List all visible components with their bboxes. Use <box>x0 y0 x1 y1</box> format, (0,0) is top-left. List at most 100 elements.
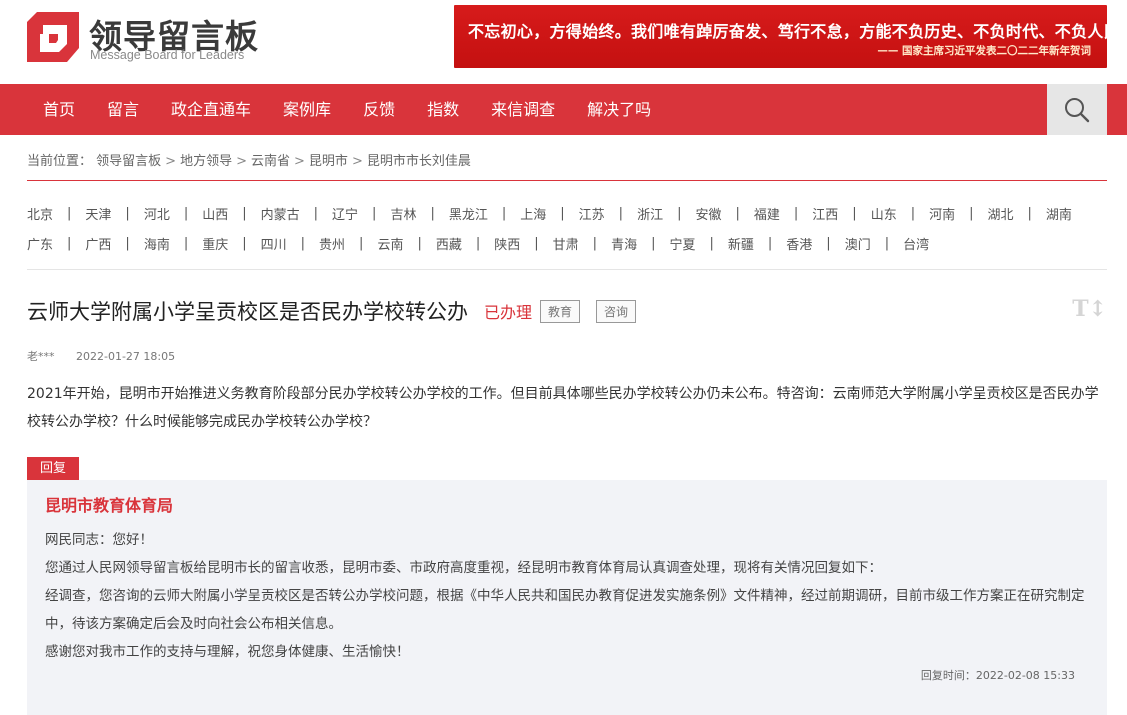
province-link[interactable]: 台湾 <box>903 234 929 253</box>
reply-label: 回复 <box>27 457 79 480</box>
province-separator: | <box>767 235 773 251</box>
province-link[interactable]: 福建 <box>754 204 780 223</box>
nav-item[interactable]: 案例库 <box>267 84 347 135</box>
province-separator: | <box>300 235 306 251</box>
nav-item[interactable]: 指数 <box>411 84 475 135</box>
province-separator: | <box>592 235 598 251</box>
province-separator: | <box>651 235 656 251</box>
author: 老*** <box>27 350 55 363</box>
province-link[interactable]: 宁夏 <box>669 234 695 253</box>
province-separator: | <box>501 205 507 221</box>
breadcrumb-separator: > <box>294 154 305 169</box>
province-separator: | <box>709 235 714 251</box>
province-link[interactable]: 湖北 <box>988 204 1014 223</box>
breadcrumb-link[interactable]: 地方领导 <box>180 154 232 169</box>
breadcrumb-prefix: 当前位置： <box>27 154 93 169</box>
province-separator: | <box>183 205 189 221</box>
province-separator: | <box>430 205 435 221</box>
province-link[interactable]: 山西 <box>202 204 228 223</box>
province-link[interactable]: 贵州 <box>319 234 345 253</box>
province-link[interactable]: 辽宁 <box>332 204 358 223</box>
reply-box: 昆明市教育体育局 网民同志：您好！ 您通过人民网领导留言板给昆明市长的留言收悉，昆… <box>27 480 1107 715</box>
province-link[interactable]: 河南 <box>929 204 955 223</box>
province-link[interactable]: 湖南 <box>1046 204 1072 223</box>
slogan-banner: 不忘初心，方得始终。我们唯有踔厉奋发、笃行不怠，方能不负历史、不负时代、不负人民… <box>454 5 1107 68</box>
province-separator: | <box>359 235 364 251</box>
province-separator: | <box>793 205 799 221</box>
nav-item[interactable]: 政企直通车 <box>155 84 267 135</box>
reply-time-value: 2022-02-08 15:33 <box>975 669 1075 682</box>
province-link[interactable]: 黑龙江 <box>449 204 488 223</box>
province-separator: | <box>183 235 189 251</box>
province-link[interactable]: 吉林 <box>390 204 416 223</box>
province-link[interactable]: 西藏 <box>436 234 462 253</box>
reply-paragraph: 网民同志：您好！ <box>45 532 153 548</box>
province-link[interactable]: 山东 <box>871 204 897 223</box>
province-link[interactable]: 香港 <box>786 234 812 253</box>
province-separator: | <box>618 205 624 221</box>
divider <box>27 180 1107 181</box>
province-link[interactable]: 广东 <box>27 234 53 253</box>
province-separator: | <box>884 235 890 251</box>
province-row: 北京 | 天津 | 河北 | 山西 | 内蒙古 | 辽宁 | 吉林 | 黑龙江 | 上海 | 江苏 | 浙江 | 安徽 | 福建… <box>27 198 1107 228</box>
reply-paragraph: 感谢您对我市工作的支持与理解，祝您身体健康、生活愉快！ <box>45 644 410 660</box>
search-button[interactable] <box>1047 84 1107 135</box>
message-title-row: 云师大学附属小学呈贡校区是否民办学校转公办 已办理 教育 咨询 T↕ <box>27 294 1107 328</box>
province-link[interactable]: 重庆 <box>202 234 228 253</box>
province-separator: | <box>826 235 831 251</box>
province-link[interactable]: 安徽 <box>695 204 721 223</box>
province-separator: | <box>735 205 740 221</box>
breadcrumb-link[interactable]: 领导留言板 <box>96 154 161 169</box>
province-link[interactable]: 浙江 <box>637 204 663 223</box>
province-separator: | <box>534 235 539 251</box>
province-separator: | <box>313 205 319 221</box>
type-tag[interactable]: 咨询 <box>596 299 637 323</box>
breadcrumb: 当前位置： 领导留言板 > 地方领导 > 云南省 > 昆明市 > 昆明市市长刘佳晨 <box>27 150 471 169</box>
province-link[interactable]: 天津 <box>85 204 111 223</box>
province-link[interactable]: 新疆 <box>728 234 754 253</box>
province-separator: | <box>560 205 565 221</box>
status-badge: 已办理 <box>484 303 533 322</box>
category-tag[interactable]: 教育 <box>540 299 581 323</box>
nav-item[interactable]: 反馈 <box>347 84 411 135</box>
province-separator: | <box>242 205 247 221</box>
province-link[interactable]: 北京 <box>27 204 53 223</box>
breadcrumb-link[interactable]: 昆明市 <box>309 154 348 169</box>
province-link[interactable]: 甘肃 <box>553 234 579 253</box>
province-separator: | <box>677 205 682 221</box>
province-link[interactable]: 江西 <box>812 204 838 223</box>
font-size-toggle-icon[interactable]: T↕ <box>1072 296 1107 322</box>
province-link[interactable]: 四川 <box>261 234 287 253</box>
site-logo[interactable]: 领导留言板 Message Board for Leaders <box>27 10 267 66</box>
province-link[interactable]: 陕西 <box>494 234 520 253</box>
province-separator: | <box>969 205 974 221</box>
breadcrumb-separator: > <box>236 154 247 169</box>
province-link[interactable]: 广西 <box>85 234 111 253</box>
nav-items: 首页 留言 政企直通车 案例库 反馈 指数 来信调查 解决了吗 <box>27 84 667 135</box>
nav-item[interactable]: 首页 <box>27 84 91 135</box>
province-separator: | <box>852 205 857 221</box>
province-link[interactable]: 青海 <box>611 234 637 253</box>
reply-organization: 昆明市教育体育局 <box>45 496 174 515</box>
province-link[interactable]: 澳门 <box>845 234 871 253</box>
province-link[interactable]: 江苏 <box>579 204 605 223</box>
nav-item[interactable]: 来信调查 <box>475 84 571 135</box>
reply-time-label: 回复时间： <box>920 669 976 682</box>
logo-subtitle: Message Board for Leaders <box>90 48 245 62</box>
province-separator: | <box>910 205 916 221</box>
breadcrumb-link[interactable]: 昆明市市长刘佳晨 <box>367 154 471 169</box>
province-separator: | <box>417 235 422 251</box>
reply-paragraph: 经调查，您咨询的云师大附属小学呈贡校区是否转公办学校问题，根据《中华人民共和国民… <box>45 588 1085 632</box>
province-link[interactable]: 河北 <box>144 204 170 223</box>
message-content: 2021年开始，昆明市开始推进义务教育阶段部分民办学校转公办学校的工作。但目前具… <box>27 386 1099 430</box>
nav-item[interactable]: 留言 <box>91 84 155 135</box>
reply-time: 回复时间：2022-02-08 15:33 <box>921 667 1075 683</box>
province-separator: | <box>125 235 130 251</box>
province-link[interactable]: 上海 <box>520 204 546 223</box>
nav-item[interactable]: 解决了吗 <box>571 84 667 135</box>
breadcrumb-link[interactable]: 云南省 <box>251 154 290 169</box>
province-link[interactable]: 海南 <box>144 234 170 253</box>
main-nav: 首页 留言 政企直通车 案例库 反馈 指数 来信调查 解决了吗 <box>0 84 1127 135</box>
province-link[interactable]: 内蒙古 <box>261 204 300 223</box>
province-link[interactable]: 云南 <box>377 234 403 253</box>
